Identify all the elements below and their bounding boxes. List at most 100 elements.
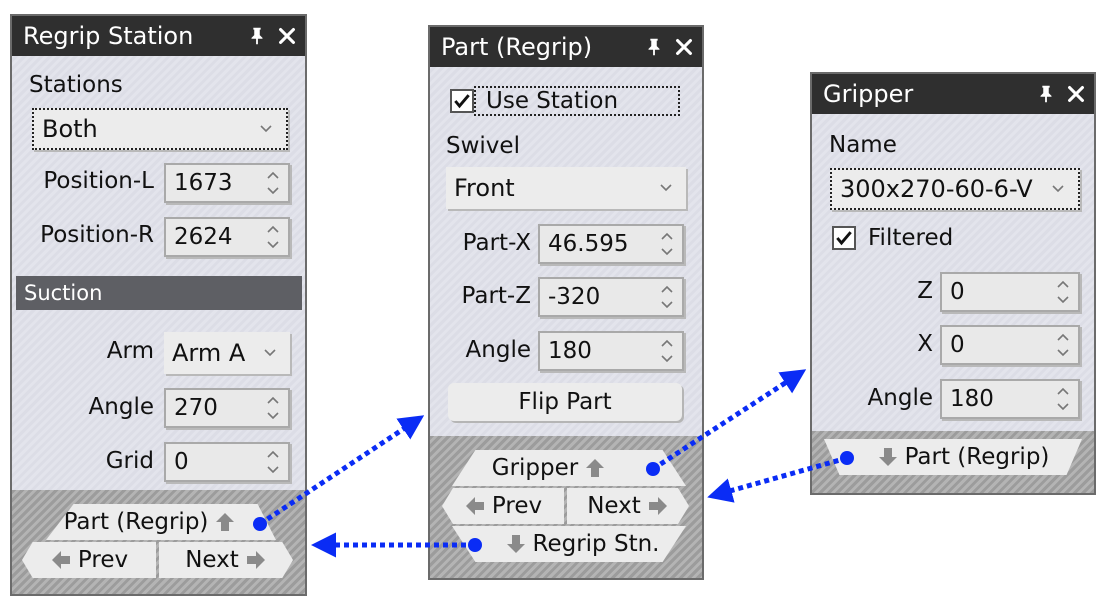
- grid-input[interactable]: 0: [164, 442, 290, 482]
- z-value: 0: [950, 279, 965, 305]
- arm-label: Arm: [106, 338, 154, 364]
- z-label: Z: [917, 278, 933, 304]
- name-dropdown[interactable]: 300x270-60-6-V: [830, 168, 1080, 210]
- regrip-station-titlebar[interactable]: Regrip Station: [12, 16, 305, 56]
- nav-down-label: Regrip Stn.: [532, 531, 660, 557]
- arrow-down-icon: [505, 533, 527, 555]
- nav-next-label: Next: [185, 547, 239, 573]
- nav-gripper-button[interactable]: Gripper: [452, 450, 686, 486]
- chevron-down-icon: [1048, 182, 1068, 196]
- position-r-input[interactable]: 2624: [164, 217, 290, 257]
- part-z-input[interactable]: -320: [538, 277, 684, 317]
- grid-value: 0: [174, 449, 189, 475]
- z-input[interactable]: 0: [940, 272, 1080, 312]
- arm-dropdown[interactable]: Arm A: [164, 332, 290, 374]
- position-l-value: 1673: [174, 170, 233, 196]
- spinner-arrows-icon[interactable]: [262, 393, 284, 423]
- spinner-arrows-icon[interactable]: [656, 282, 678, 312]
- chevron-down-icon: [256, 122, 276, 136]
- navigation-area: Gripper Prev Next Regrip Stn.: [430, 436, 702, 578]
- use-station-checkbox[interactable]: [450, 89, 474, 113]
- spinner-arrows-icon[interactable]: [1052, 330, 1074, 360]
- filtered-checkbox[interactable]: [832, 226, 856, 250]
- chevron-down-icon: [656, 181, 676, 195]
- nav-prev-label: Prev: [77, 547, 129, 573]
- part-regrip-titlebar[interactable]: Part (Regrip): [430, 27, 702, 67]
- spinner-arrows-icon[interactable]: [262, 222, 284, 252]
- arrow-left-icon: [50, 549, 72, 571]
- angle-label: Angle: [867, 385, 933, 411]
- panel-title: Part (Regrip): [441, 33, 593, 61]
- nav-next-label: Next: [587, 493, 641, 519]
- angle-value: 180: [950, 386, 994, 412]
- swivel-dropdown[interactable]: Front: [446, 167, 686, 209]
- spinner-arrows-icon[interactable]: [1052, 277, 1074, 307]
- close-icon[interactable]: [1064, 82, 1088, 106]
- spinner-arrows-icon[interactable]: [656, 229, 678, 259]
- spinner-arrows-icon[interactable]: [656, 336, 678, 366]
- spinner-arrows-icon[interactable]: [262, 447, 284, 477]
- arrow-left-icon: [464, 495, 486, 517]
- panel-title: Regrip Station: [23, 22, 194, 50]
- pin-icon[interactable]: [245, 24, 269, 48]
- spinner-arrows-icon[interactable]: [262, 168, 284, 198]
- gripper-titlebar[interactable]: Gripper: [812, 74, 1094, 114]
- name-value: 300x270-60-6-V: [840, 175, 1033, 203]
- grid-label: Grid: [105, 448, 154, 474]
- nav-part-regrip-button[interactable]: Part (Regrip): [824, 439, 1082, 475]
- nav-next-button[interactable]: Next: [567, 488, 689, 524]
- spinner-arrows-icon[interactable]: [1052, 384, 1074, 414]
- nav-part-regrip-button[interactable]: Part (Regrip): [46, 504, 276, 540]
- angle-input[interactable]: 180: [940, 379, 1080, 419]
- angle-label: Angle: [88, 394, 154, 420]
- flip-part-button[interactable]: Flip Part: [448, 383, 682, 421]
- angle-label: Angle: [465, 337, 531, 363]
- navigation-area: Part (Regrip): [812, 431, 1094, 493]
- stations-label: Stations: [29, 72, 123, 98]
- pin-icon[interactable]: [1034, 82, 1058, 106]
- x-input[interactable]: 0: [940, 325, 1080, 365]
- angle-value: 180: [548, 338, 592, 364]
- chevron-down-icon: [260, 346, 280, 360]
- checkmark-icon: [834, 228, 854, 248]
- gripper-panel: Gripper Name 300x270-60-6-V Filtered Z 0…: [810, 72, 1096, 495]
- arm-value: Arm A: [172, 339, 246, 367]
- arrow-right-icon: [245, 549, 267, 571]
- arrow-down-icon: [877, 446, 899, 468]
- arrow-right-icon: [647, 495, 669, 517]
- position-r-label: Position-R: [40, 222, 154, 248]
- pin-icon[interactable]: [642, 35, 666, 59]
- nav-prev-label: Prev: [491, 493, 543, 519]
- nav-prev-button[interactable]: Prev: [442, 488, 564, 524]
- regrip-station-panel: Regrip Station Stations Both Position-L …: [10, 14, 307, 596]
- arrow-up-icon: [584, 457, 606, 479]
- part-x-label: Part-X: [462, 230, 531, 256]
- filtered-label[interactable]: Filtered: [868, 225, 953, 251]
- nav-up-label: Gripper: [491, 455, 579, 481]
- suction-section-header: Suction: [16, 276, 302, 310]
- part-x-input[interactable]: 46.595: [538, 224, 684, 264]
- nav-regrip-stn-button[interactable]: Regrip Stn.: [452, 526, 686, 562]
- nav-up-label: Part (Regrip): [63, 509, 209, 535]
- arrow-up-icon: [214, 511, 236, 533]
- angle-input[interactable]: 180: [538, 331, 684, 371]
- nav-down-label: Part (Regrip): [904, 444, 1050, 470]
- nav-prev-button[interactable]: Prev: [22, 542, 156, 578]
- angle-input[interactable]: 270: [164, 388, 290, 428]
- part-regrip-panel: Part (Regrip) Use Station Swivel Front P…: [428, 25, 704, 580]
- panel-title: Gripper: [823, 80, 914, 108]
- position-l-label: Position-L: [43, 168, 154, 194]
- navigation-area: Part (Regrip) Prev Next: [12, 490, 305, 594]
- stations-value: Both: [42, 115, 98, 143]
- part-x-value: 46.595: [548, 231, 629, 257]
- nav-next-button[interactable]: Next: [159, 542, 293, 578]
- use-station-label[interactable]: Use Station: [474, 86, 680, 116]
- angle-value: 270: [174, 395, 218, 421]
- checkmark-icon: [452, 91, 472, 111]
- position-l-input[interactable]: 1673: [164, 163, 290, 203]
- close-icon[interactable]: [672, 35, 696, 59]
- swivel-label: Swivel: [446, 133, 520, 159]
- stations-dropdown[interactable]: Both: [32, 108, 288, 150]
- close-icon[interactable]: [275, 24, 299, 48]
- position-r-value: 2624: [174, 224, 233, 250]
